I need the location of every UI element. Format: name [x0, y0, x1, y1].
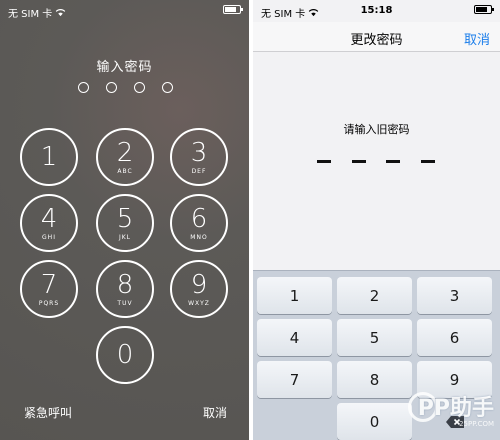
key-3[interactable]: 3 DEF [170, 128, 228, 186]
numpad-key-0[interactable]: 0 [337, 403, 412, 440]
old-passcode-prompt: 请输入旧密码 [343, 123, 410, 136]
key-6[interactable]: 6 MNO [170, 194, 228, 252]
cancel-button[interactable]: 取消 [464, 29, 490, 48]
numpad-key-7[interactable]: 7 [257, 361, 332, 398]
key-5[interactable]: 5 JKL [96, 194, 154, 252]
key-letters: ABC [117, 167, 133, 175]
key-letters: DEF [191, 167, 207, 175]
watermark: PP助手 25PP.COM [408, 388, 494, 436]
battery-icon [474, 5, 494, 14]
nav-bar: 更改密码 取消 [253, 22, 500, 52]
numpad-key-2[interactable]: 2 [337, 277, 412, 314]
passcode-dash [317, 160, 331, 163]
numpad-key-blank [257, 403, 332, 440]
numpad-key-6[interactable]: 6 [417, 319, 492, 356]
key-digit: 3 [190, 137, 208, 168]
cancel-button[interactable]: 取消 [203, 404, 227, 421]
key-digit: 0 [116, 340, 134, 370]
passcode-dots [78, 82, 173, 93]
key-digit: 9 [190, 269, 208, 300]
passcode-dot [106, 82, 117, 93]
key-4[interactable]: 4 GHI [20, 194, 78, 252]
numpad-key-1[interactable]: 1 [257, 277, 332, 314]
key-letters: JKL [118, 233, 132, 241]
key-2[interactable]: 2 ABC [96, 128, 154, 186]
passcode-prompt: 输入密码 [96, 60, 153, 75]
key-digit: 7 [40, 269, 58, 300]
watermark-site: 25PP.COM [459, 420, 494, 428]
passcode-dash [420, 160, 435, 163]
numpad-key-8[interactable]: 8 [337, 361, 412, 398]
key-digit: 6 [190, 203, 208, 234]
status-bar: 无 SIM 卡 [0, 0, 249, 22]
passcode-dash [386, 160, 401, 163]
passcode-dash [351, 160, 366, 163]
key-digit: 5 [116, 203, 134, 234]
key-letters: WXYZ [188, 299, 210, 307]
passcode-dot [78, 82, 89, 93]
passcode-dashes [317, 160, 435, 163]
passcode-dot [162, 82, 173, 93]
numpad-key-4[interactable]: 4 [257, 319, 332, 356]
carrier-status: 无 SIM 卡 [8, 5, 66, 20]
passcode-keypad: 1 2 ABC 3 DEF 4 GHI 5 JKL 6 MNO 7 PQRS 8… [20, 128, 230, 388]
key-9[interactable]: 9 WXYZ [170, 260, 228, 318]
page-title: 更改密码 [350, 33, 403, 48]
passcode-dot [134, 82, 145, 93]
battery-icon [223, 5, 243, 14]
key-digit: 8 [116, 269, 134, 300]
wifi-icon [56, 9, 66, 17]
lock-screen-passcode: 无 SIM 卡 输入密码 1 2 ABC 3 DEF 4 GHI 5 JKL 6… [0, 0, 249, 440]
key-letters: MNO [190, 233, 208, 241]
key-digit: 1 [40, 142, 58, 172]
status-time: 15:18 [360, 5, 393, 16]
key-1[interactable]: 1 [20, 128, 78, 186]
key-8[interactable]: 8 TUV [96, 260, 154, 318]
key-digit: 4 [40, 203, 58, 234]
key-0[interactable]: 0 [96, 326, 154, 384]
status-bar: 无 SIM 卡 15:18 [253, 0, 500, 22]
key-letters: TUV [117, 299, 133, 307]
change-passcode-screen: 无 SIM 卡 15:18 更改密码 取消 请输入旧密码 1 2 3 4 5 6… [253, 0, 500, 440]
watermark-brand: PP助手 [417, 396, 494, 421]
key-digit: 2 [116, 137, 134, 168]
carrier-label: 无 SIM 卡 [8, 9, 53, 20]
numpad-key-3[interactable]: 3 [417, 277, 492, 314]
key-letters: PQRS [38, 299, 60, 307]
numpad-key-5[interactable]: 5 [337, 319, 412, 356]
key-7[interactable]: 7 PQRS [20, 260, 78, 318]
emergency-call-button[interactable]: 紧急呼叫 [24, 404, 72, 421]
key-letters: GHI [42, 233, 56, 241]
